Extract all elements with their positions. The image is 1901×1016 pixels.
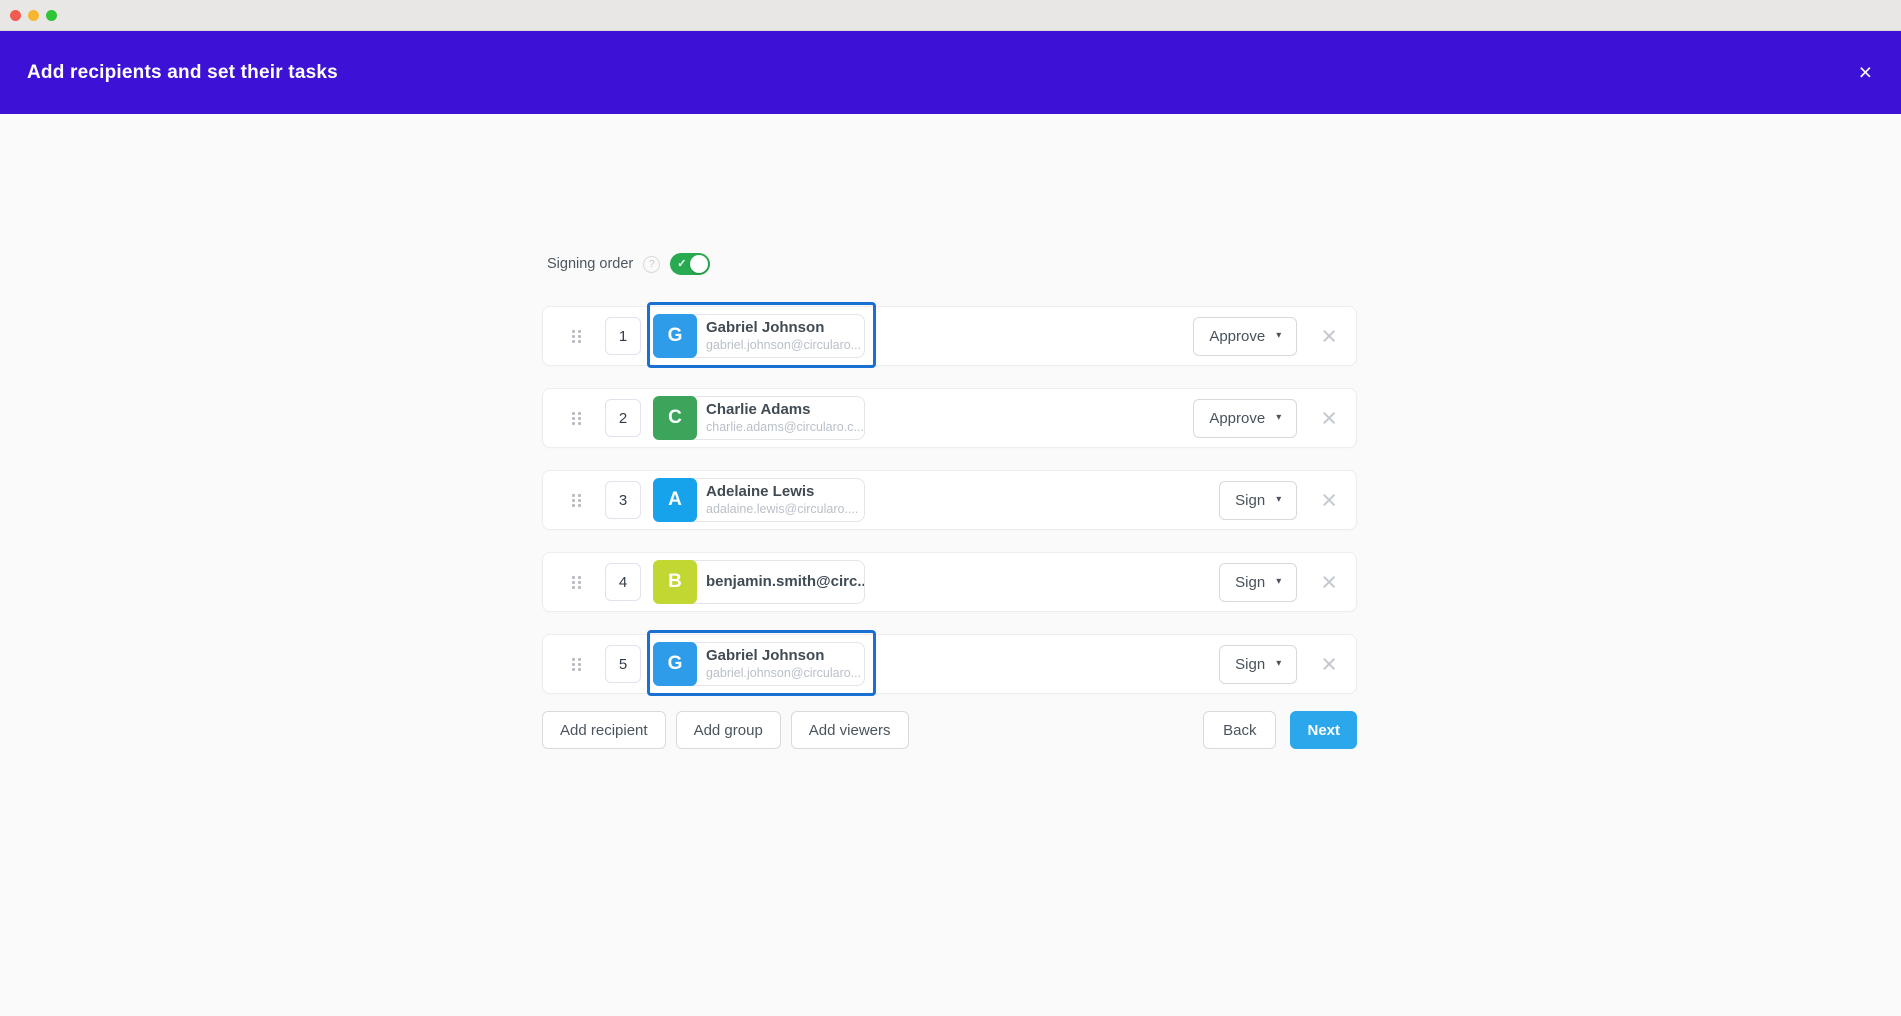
task-label: Sign: [1235, 574, 1265, 591]
recipient-chip[interactable]: B benjamin.smith@circ...: [653, 560, 865, 604]
recipient-email: adalaine.lewis@circularo....: [706, 502, 856, 516]
add-recipient-button[interactable]: Add recipient: [542, 711, 666, 749]
chevron-down-icon: ▾: [1276, 577, 1281, 587]
recipient-chip[interactable]: A Adelaine Lewis adalaine.lewis@circular…: [653, 478, 865, 522]
recipient-row: 4 B benjamin.smith@circ... Sign ▾ ×: [542, 552, 1357, 612]
recipient-info: Gabriel Johnson gabriel.johnson@circular…: [697, 319, 864, 353]
task-label: Approve: [1209, 410, 1265, 427]
drag-handle-icon[interactable]: [572, 494, 581, 507]
task-dropdown[interactable]: Sign ▾: [1219, 481, 1297, 520]
avatar: B: [653, 560, 697, 604]
close-icon[interactable]: ×: [1859, 61, 1872, 84]
avatar: C: [653, 396, 697, 440]
remove-recipient-icon[interactable]: ×: [1321, 651, 1337, 678]
add-group-button[interactable]: Add group: [676, 711, 781, 749]
recipient-list: 1 G Gabriel Johnson gabriel.johnson@circ…: [542, 306, 1357, 716]
drag-handle-icon[interactable]: [572, 412, 581, 425]
remove-recipient-icon[interactable]: ×: [1321, 405, 1337, 432]
recipient-chip[interactable]: G Gabriel Johnson gabriel.johnson@circul…: [653, 642, 865, 686]
order-number-input[interactable]: 4: [605, 563, 641, 601]
recipient-row: 5 G Gabriel Johnson gabriel.johnson@circ…: [542, 634, 1357, 694]
window-close-button[interactable]: [10, 10, 21, 21]
chevron-down-icon: ▾: [1276, 659, 1281, 669]
recipient-email: gabriel.johnson@circularo...: [706, 666, 856, 680]
recipient-info: Adelaine Lewis adalaine.lewis@circularo.…: [697, 483, 864, 517]
remove-recipient-icon[interactable]: ×: [1321, 323, 1337, 350]
drag-handle-icon[interactable]: [572, 576, 581, 589]
recipient-chip[interactable]: G Gabriel Johnson gabriel.johnson@circul…: [653, 314, 865, 358]
recipient-row: 3 A Adelaine Lewis adalaine.lewis@circul…: [542, 470, 1357, 530]
recipient-name: Gabriel Johnson: [706, 647, 856, 664]
page: Add recipients and set their tasks × Sig…: [0, 0, 1901, 1016]
drag-handle-icon[interactable]: [572, 330, 581, 343]
recipient-info: Gabriel Johnson gabriel.johnson@circular…: [697, 647, 864, 681]
chevron-down-icon: ▾: [1276, 331, 1281, 341]
recipient-name: Gabriel Johnson: [706, 319, 856, 336]
dialog-title: Add recipients and set their tasks: [27, 62, 338, 84]
signing-order-toggle[interactable]: ✓: [670, 253, 710, 275]
recipient-name: Adelaine Lewis: [706, 483, 856, 500]
recipient-row: 1 G Gabriel Johnson gabriel.johnson@circ…: [542, 306, 1357, 366]
toggle-knob: [690, 255, 708, 273]
recipient-info: Charlie Adams charlie.adams@circularo.c.…: [697, 401, 864, 435]
drag-handle-icon[interactable]: [572, 658, 581, 671]
order-number-input[interactable]: 1: [605, 317, 641, 355]
signing-order-control: Signing order ? ✓: [547, 253, 710, 275]
dialog-content: Signing order ? ✓ 1 G Gabriel Johnson ga…: [0, 114, 1901, 1016]
recipient-chip[interactable]: C Charlie Adams charlie.adams@circularo.…: [653, 396, 865, 440]
recipient-row: 2 C Charlie Adams charlie.adams@circular…: [542, 388, 1357, 448]
task-label: Approve: [1209, 328, 1265, 345]
window-minimize-button[interactable]: [28, 10, 39, 21]
remove-recipient-icon[interactable]: ×: [1321, 569, 1337, 596]
signing-order-label: Signing order: [547, 256, 633, 272]
recipient-email: benjamin.smith@circ...: [706, 573, 856, 590]
window-titlebar: [0, 0, 1901, 31]
task-label: Sign: [1235, 656, 1265, 673]
recipient-email: gabriel.johnson@circularo...: [706, 338, 856, 352]
help-icon[interactable]: ?: [643, 256, 660, 273]
avatar: G: [653, 314, 697, 358]
task-dropdown[interactable]: Sign ▾: [1219, 563, 1297, 602]
dialog-header: Add recipients and set their tasks ×: [0, 31, 1901, 114]
footer-actions: Add recipient Add group Add viewers Back…: [542, 711, 1357, 749]
recipient-email: charlie.adams@circularo.c...: [706, 420, 856, 434]
chevron-down-icon: ▾: [1276, 413, 1281, 423]
task-dropdown[interactable]: Approve ▾: [1193, 317, 1297, 356]
task-dropdown[interactable]: Sign ▾: [1219, 645, 1297, 684]
window-zoom-button[interactable]: [46, 10, 57, 21]
recipient-info: benjamin.smith@circ...: [697, 573, 864, 590]
remove-recipient-icon[interactable]: ×: [1321, 487, 1337, 514]
next-button[interactable]: Next: [1290, 711, 1357, 749]
order-number-input[interactable]: 3: [605, 481, 641, 519]
order-number-input[interactable]: 2: [605, 399, 641, 437]
recipient-name: Charlie Adams: [706, 401, 856, 418]
avatar: G: [653, 642, 697, 686]
task-label: Sign: [1235, 492, 1265, 509]
chevron-down-icon: ▾: [1276, 495, 1281, 505]
order-number-input[interactable]: 5: [605, 645, 641, 683]
avatar: A: [653, 478, 697, 522]
back-button[interactable]: Back: [1203, 711, 1276, 749]
add-viewers-button[interactable]: Add viewers: [791, 711, 909, 749]
task-dropdown[interactable]: Approve ▾: [1193, 399, 1297, 438]
check-icon: ✓: [677, 257, 686, 270]
